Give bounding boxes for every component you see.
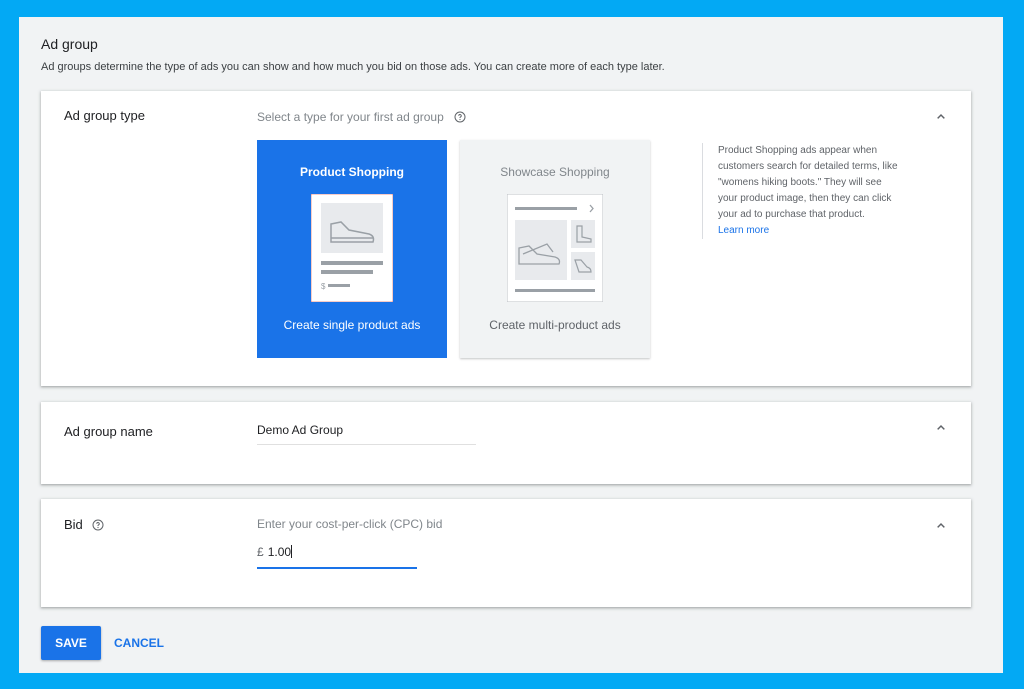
bid-label: Bid <box>64 517 83 532</box>
help-icon[interactable] <box>454 110 466 123</box>
text-caret <box>291 545 293 558</box>
ad-group-type-card: Ad group type Select a type for your fir… <box>41 91 971 386</box>
currency-symbol: £ <box>257 545 264 559</box>
help-icon[interactable] <box>92 519 104 531</box>
tile-title: Product Shopping <box>300 165 404 179</box>
tile-title: Showcase Shopping <box>500 165 610 179</box>
bid-label-row: Bid <box>64 517 104 532</box>
ad-group-name-label: Ad group name <box>64 424 153 439</box>
ad-group-name-input[interactable]: Demo Ad Group <box>257 423 476 445</box>
ad-group-type-hint-row: Select a type for your first ad group <box>257 108 466 126</box>
collapse-chevron-up-icon[interactable] <box>933 518 949 534</box>
showcase-shopping-tile[interactable]: Showcase Shopping Create multi-product a… <box>460 140 650 358</box>
ad-group-panel: Ad group Ad groups determine the type of… <box>19 17 1003 673</box>
ad-group-type-label: Ad group type <box>64 108 145 123</box>
tile-caption: Create single product ads <box>283 318 421 332</box>
svg-text:$: $ <box>321 282 326 291</box>
page-subtitle: Ad groups determine the type of ads you … <box>41 61 665 73</box>
bid-input[interactable]: £1.00 <box>257 545 417 569</box>
bid-value: 1.00 <box>267 545 292 559</box>
product-ad-illustration: $ <box>310 193 394 307</box>
showcase-ad-illustration <box>506 193 604 307</box>
ad-group-name-card: Ad group name Demo Ad Group <box>41 402 971 484</box>
ad-group-type-hint: Select a type for your first ad group <box>257 110 444 124</box>
save-button[interactable]: SAVE <box>41 626 101 660</box>
ad-type-description: Product Shopping ads appear when custome… <box>702 143 902 239</box>
collapse-chevron-up-icon[interactable] <box>933 109 949 125</box>
tile-caption: Create multi-product ads <box>489 318 621 332</box>
cancel-button[interactable]: CANCEL <box>109 626 169 660</box>
page-title: Ad group <box>41 36 98 52</box>
product-shopping-tile[interactable]: Product Shopping $ Create single product… <box>257 140 447 358</box>
bid-card: Bid Enter your cost-per-click (CPC) bid … <box>41 499 971 607</box>
description-text: Product Shopping ads appear when custome… <box>718 145 898 220</box>
collapse-chevron-up-icon[interactable] <box>933 420 949 436</box>
bid-hint: Enter your cost-per-click (CPC) bid <box>257 517 443 531</box>
learn-more-link[interactable]: Learn more <box>718 223 902 239</box>
